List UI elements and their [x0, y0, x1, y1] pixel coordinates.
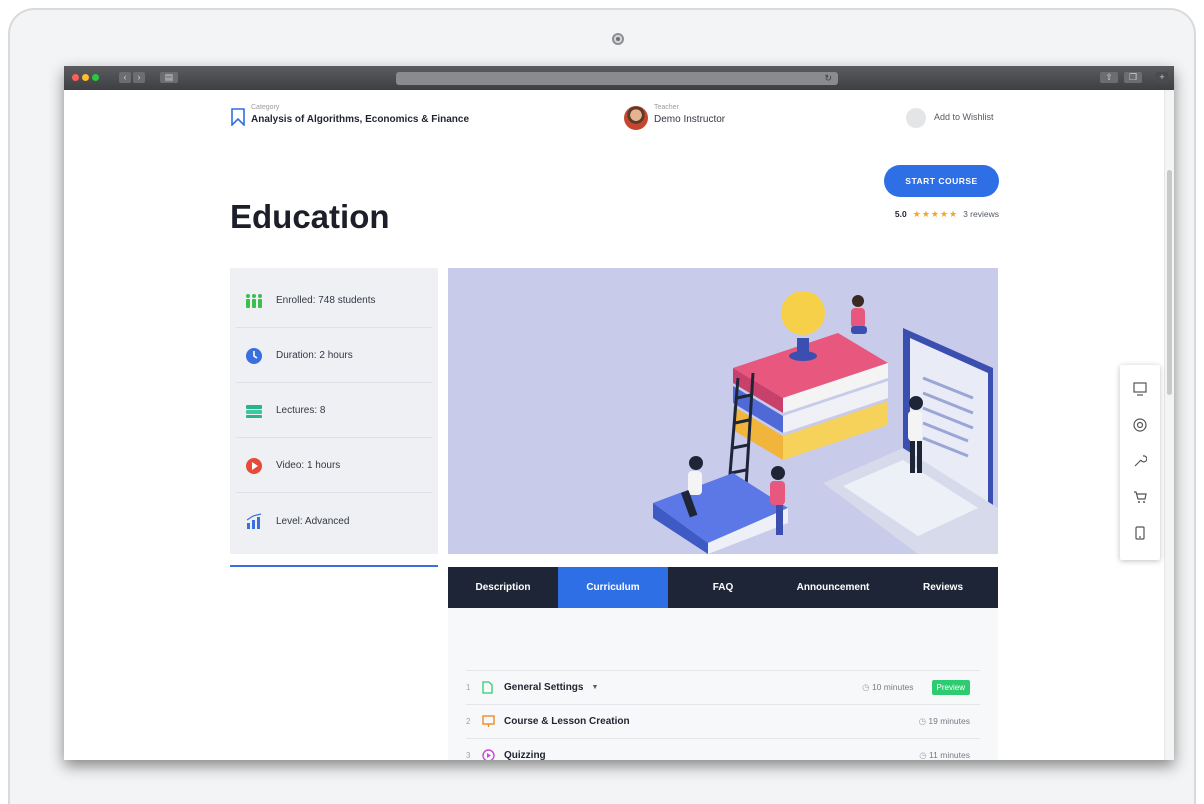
info-video: Video: 1 hours: [236, 439, 432, 493]
clock-icon: [244, 346, 264, 366]
tab-announcement[interactable]: Announcement: [778, 567, 888, 608]
list-item[interactable]: 3 Quizzing 11 minutes: [466, 738, 980, 760]
lesson-number: 3: [466, 751, 471, 760]
tab-description[interactable]: Description: [448, 567, 558, 608]
course-page: Category Analysis of Algorithms, Economi…: [64, 90, 1164, 760]
course-tabs: Description Curriculum FAQ Announcement …: [448, 567, 998, 608]
course-rating: 5.0 ★★★★★ 3 reviews: [872, 208, 999, 220]
reload-icon[interactable]: ↻: [824, 72, 832, 85]
add-to-wishlist-link[interactable]: Add to Wishlist: [934, 112, 994, 122]
wrench-icon[interactable]: [1130, 451, 1150, 471]
support-icon[interactable]: [1130, 415, 1150, 435]
info-label: Lectures: 8: [276, 405, 326, 416]
play-icon: [244, 456, 264, 476]
info-label: Level: Advanced: [276, 515, 350, 527]
info-label: Video: 1 hours: [276, 460, 341, 471]
course-hero-image: [448, 268, 998, 554]
chevron-down-icon[interactable]: ▼: [591, 684, 598, 691]
lesson-title[interactable]: Quizzing: [504, 750, 546, 760]
education-illustration: [653, 291, 998, 554]
lesson-number: 2: [466, 717, 471, 726]
heart-icon[interactable]: [906, 108, 926, 128]
teacher-avatar[interactable]: [624, 106, 648, 130]
preview-badge[interactable]: Preview: [931, 680, 970, 695]
lesson-number: 1: [466, 683, 471, 692]
tabs-icon[interactable]: ❐: [1124, 72, 1142, 83]
document-icon: [482, 681, 500, 695]
category-value[interactable]: Analysis of Algorithms, Economics & Fina…: [251, 114, 469, 125]
category-label: Category: [251, 104, 280, 111]
lesson-title[interactable]: General Settings: [504, 682, 583, 693]
teacher-label: Teacher: [654, 104, 679, 111]
scrollbar-thumb[interactable]: [1167, 170, 1172, 395]
bar-chart-icon: [244, 511, 264, 531]
list-item[interactable]: 1 General Settings ▼ 10 minutes Preview: [466, 670, 980, 704]
info-enrolled: Enrolled: 748 students: [236, 274, 432, 328]
desktop-icon[interactable]: [1130, 379, 1150, 399]
info-duration: Duration: 2 hours: [236, 329, 432, 383]
lesson-duration: 19 minutes: [919, 716, 970, 727]
lesson-duration: 10 minutes: [862, 682, 914, 693]
teacher-name[interactable]: Demo Instructor: [654, 114, 725, 125]
video-icon: [482, 749, 500, 760]
course-info-panel: Enrolled: 748 students Duration: 2 hours…: [230, 268, 438, 554]
new-tab-icon[interactable]: +: [1156, 72, 1168, 83]
curriculum-list: 1 General Settings ▼ 10 minutes Preview …: [448, 608, 998, 760]
info-label: Enrolled: 748 students: [276, 295, 376, 306]
scrollbar[interactable]: [1164, 90, 1174, 760]
browser-window: ‹ › ▤ ↻ ⇧ ❐ + Category Analysis of Algor…: [64, 66, 1174, 760]
close-window-icon[interactable]: [72, 74, 79, 81]
camera-icon: [612, 33, 624, 45]
tab-faq[interactable]: FAQ: [668, 567, 778, 608]
minimize-window-icon[interactable]: [82, 74, 89, 81]
info-lectures: Lectures: 8: [236, 384, 432, 438]
mobile-icon[interactable]: [1130, 523, 1150, 543]
maximize-window-icon[interactable]: [92, 74, 99, 81]
sidebar-icon[interactable]: ▤: [160, 72, 178, 83]
tab-reviews[interactable]: Reviews: [888, 567, 998, 608]
browser-toolbar: ‹ › ▤ ↻ ⇧ ❐ +: [64, 66, 1174, 90]
lesson-duration: 11 minutes: [919, 750, 970, 760]
start-course-button[interactable]: START COURSE: [884, 165, 999, 197]
info-label: Duration: 2 hours: [276, 350, 353, 361]
tab-curriculum[interactable]: Curriculum: [558, 567, 668, 608]
share-icon[interactable]: ⇧: [1100, 72, 1118, 83]
book-stack-icon: [244, 401, 264, 421]
forward-icon[interactable]: ›: [133, 72, 145, 83]
info-panel-divider: [230, 565, 438, 567]
presentation-icon: [482, 715, 500, 729]
rating-reviews-link[interactable]: 3 reviews: [963, 209, 999, 219]
list-item[interactable]: 2 Course & Lesson Creation 19 minutes: [466, 704, 980, 738]
lesson-title[interactable]: Course & Lesson Creation: [504, 716, 630, 727]
page-title: Education: [230, 198, 390, 235]
rating-score: 5.0: [894, 209, 907, 219]
bookmark-icon[interactable]: [231, 108, 245, 126]
floating-toolbar: [1120, 365, 1160, 560]
students-icon: [244, 291, 264, 311]
cart-icon[interactable]: [1130, 487, 1150, 507]
back-icon[interactable]: ‹: [119, 72, 131, 83]
rating-stars: ★★★★★: [912, 208, 959, 219]
address-bar[interactable]: ↻: [396, 72, 838, 85]
info-level: Level: Advanced: [236, 494, 432, 548]
